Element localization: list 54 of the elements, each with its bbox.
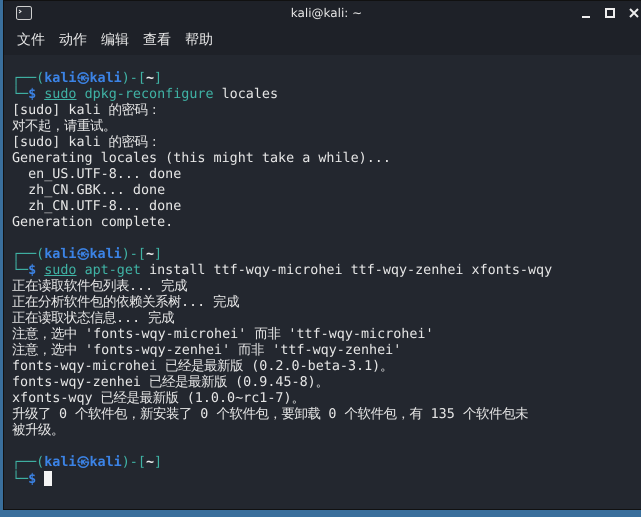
command-sudo: sudo (44, 87, 76, 102)
prompt-user: kali㉿kali (44, 247, 122, 262)
output-line: [sudo] kali 的密码： (12, 103, 161, 118)
output-line: Generation complete. (12, 215, 174, 230)
close-icon[interactable] (629, 8, 639, 18)
output-line: 对不起，请重试。 (12, 119, 116, 134)
menu-item[interactable]: 文件 (12, 29, 50, 51)
prompt-frame: )-[ (122, 455, 146, 470)
command-sudo: sudo (44, 263, 76, 278)
output-line: 升级了 0 个软件包，新安装了 0 个软件包，要卸载 0 个软件包，有 135 个软件包未 (12, 407, 528, 422)
output-line: xfonts-wqy 已经是最新版 (1.0.0~rc1-7)。 (12, 391, 305, 406)
output-line: [sudo] kali 的密码： (12, 135, 161, 150)
menu-item[interactable]: 帮助 (180, 29, 218, 51)
prompt-frame: ] (154, 455, 162, 470)
prompt-sigil: $ (28, 472, 36, 487)
output-line: 正在读取软件包列表... 完成 (12, 279, 188, 294)
menu-item[interactable]: 动作 (54, 29, 92, 51)
command-arguments: locales (222, 87, 278, 102)
prompt-frame: ] (154, 71, 162, 86)
output-line: zh_CN.UTF-8... done (27, 199, 182, 214)
prompt-frame: )-[ (122, 71, 146, 86)
output-line: Generating locales (this might take a while)... (12, 151, 391, 166)
prompt-corner: └─ (12, 87, 28, 102)
prompt-sigil: $ (28, 263, 36, 278)
terminal-icon (16, 6, 32, 20)
prompt-directory: ~ (146, 455, 154, 470)
output-line: fonts-wqy-microhei 已经是最新版 (0.2.0-beta-3.1)。 (12, 359, 394, 374)
prompt-frame: )-[ (122, 247, 146, 262)
command-program: dpkg-reconfigure (84, 87, 214, 102)
output-line: en_US.UTF-8... done (27, 167, 182, 182)
prompt-frame: ┌──( (12, 455, 44, 470)
prompt-frame: ┌──( (12, 71, 44, 86)
output-line: 正在分析软件包的依赖关系树... 完成 (12, 295, 240, 310)
output-line: 注意，选中 'fonts-wqy-microhei' 而非 'ttf-wqy-microhei' (12, 327, 434, 342)
prompt-user: kali㉿kali (44, 71, 122, 86)
output-line: 正在读取状态信息... 完成 (12, 311, 174, 326)
menu-item[interactable]: 查看 (138, 29, 176, 51)
maximize-icon[interactable] (605, 8, 615, 18)
prompt-directory: ~ (146, 71, 154, 86)
prompt-directory: ~ (146, 247, 154, 262)
command-arguments: install ttf-wqy-microhei ttf-wqy-zenhei xfonts-wqy (149, 263, 552, 278)
output-line: fonts-wqy-zenhei 已经是最新版 (0.9.45-8)。 (12, 375, 329, 390)
prompt-user: kali㉿kali (44, 455, 122, 470)
prompt-frame: ┌──( (12, 247, 44, 262)
prompt-frame: ] (154, 247, 162, 262)
command-program: apt-get (84, 263, 141, 278)
output-line: 被升级。 (12, 423, 64, 438)
output-line: 注意，选中 'fonts-wqy-zenhei' 而非 'ttf-wqy-zenhei' (12, 343, 402, 358)
prompt-corner: └─ (12, 263, 28, 278)
output-line: zh_CN.GBK... done (27, 183, 166, 198)
menu-item[interactable]: 编辑 (96, 29, 134, 51)
window-title: kali@kali: ~ (290, 6, 364, 20)
prompt-corner: └─ (12, 472, 28, 487)
prompt-sigil: $ (28, 87, 36, 102)
